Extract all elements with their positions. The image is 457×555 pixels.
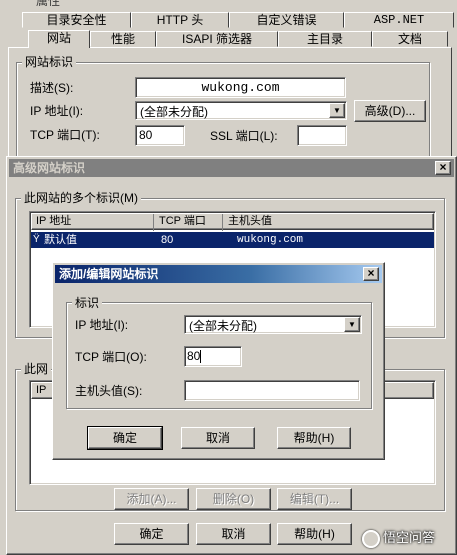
edit-tcp-port-value: 80 (187, 349, 201, 363)
host-header-input[interactable] (184, 380, 360, 401)
website-identification-label: 网站标识 (22, 55, 77, 69)
tab-performance[interactable]: 性能 (90, 31, 156, 47)
close-icon[interactable]: × (363, 267, 379, 281)
edit-ip-address-combo[interactable]: (全部未分配) ▼ (184, 315, 362, 334)
ssl-port-input[interactable] (297, 125, 347, 146)
listview-header: IP 地址 TCP 端口 主机头值 (31, 213, 434, 231)
identification-group-label: 标识 (72, 296, 103, 310)
edit-ip-address-label: IP 地址(I): (75, 318, 129, 332)
description-label: 描述(S): (30, 81, 74, 95)
multiple-identities-label: 此网站的多个标识(M) (21, 191, 141, 205)
list-item-host: wukong.com (237, 234, 304, 246)
edit-tcp-port-input[interactable]: 80 (184, 346, 242, 367)
tab-http-headers[interactable]: HTTP 头 (131, 12, 229, 28)
column-host-header[interactable]: 主机头值 (224, 214, 424, 231)
ip-address-value: (全部未分配) (140, 105, 208, 119)
advanced-button[interactable]: 高级(D)... (354, 100, 426, 122)
add-button[interactable]: 添加(A)... (114, 488, 189, 510)
tab-custom-errors[interactable]: 自定义错误 (229, 12, 344, 28)
tcp-port-input[interactable]: 80 (135, 125, 185, 146)
help-button[interactable]: 帮助(H) (277, 523, 352, 545)
edit-dialog-title: 添加/编辑网站标识 (59, 267, 159, 281)
list-item-port: 80 (161, 234, 174, 246)
edit-ok-button[interactable]: 确定 (87, 426, 163, 450)
tab-directory-security[interactable]: 目录安全性 (22, 12, 131, 28)
description-input[interactable]: wukong.com (135, 77, 346, 98)
ip-address-label: IP 地址(I): (30, 104, 84, 118)
tab-website[interactable]: 网站 (28, 30, 90, 48)
chevron-down-icon[interactable]: ▼ (329, 103, 345, 118)
list-item[interactable]: Ÿ 默认值 80 wukong.com (31, 232, 434, 248)
close-icon[interactable]: × (435, 161, 451, 175)
tab-isapi-filters[interactable]: ISAPI 筛选器 (156, 31, 278, 47)
properties-title: 属性 (36, 0, 60, 6)
cancel-button[interactable]: 取消 (196, 523, 271, 545)
edit-ip-address-value: (全部未分配) (189, 319, 257, 333)
text-cursor (200, 350, 202, 364)
edit-cancel-button[interactable]: 取消 (181, 427, 255, 449)
tab-aspnet[interactable]: ASP.NET (344, 12, 454, 28)
advanced-dialog-titlebar: 高级网站标识 × (9, 159, 454, 177)
key-icon: Ÿ (33, 234, 40, 245)
tcp-port-label: TCP 端口(T): (30, 128, 100, 142)
tab-documents[interactable]: 文档 (372, 31, 448, 47)
delete-button[interactable]: 删除(O) (196, 488, 271, 510)
ssl-port-label: SSL 端口(L): (210, 129, 278, 143)
edit-help-button[interactable]: 帮助(H) (277, 427, 351, 449)
ip-address-combo[interactable]: (全部未分配) ▼ (135, 101, 347, 120)
advanced-dialog-title: 高级网站标识 (13, 161, 86, 175)
edit-tcp-port-label: TCP 端口(O): (75, 350, 147, 364)
watermark-logo-icon (362, 529, 380, 548)
ok-button[interactable]: 确定 (114, 523, 189, 545)
tab-home-directory[interactable]: 主目录 (278, 31, 372, 47)
watermark-text: 悟空问答 (383, 530, 436, 545)
properties-title-strip: 属性 (0, 0, 120, 6)
edit-button[interactable]: 编辑(T)... (277, 488, 352, 510)
host-header-label: 主机头值(S): (75, 384, 143, 398)
chevron-down-icon[interactable]: ▼ (344, 317, 360, 332)
column-ip-address[interactable]: IP 地址 (32, 214, 154, 231)
edit-identification-dialog: 添加/编辑网站标识 × 标识 IP 地址(I): (全部未分配) ▼ TCP 端… (52, 262, 385, 460)
ssl-identities-label: 此网 (21, 362, 52, 376)
edit-dialog-titlebar: 添加/编辑网站标识 × (55, 265, 382, 283)
column-tcp-port[interactable]: TCP 端口 (155, 214, 223, 231)
list-item-ip: 默认值 (44, 234, 77, 246)
watermark: 悟空问答 (362, 526, 435, 550)
